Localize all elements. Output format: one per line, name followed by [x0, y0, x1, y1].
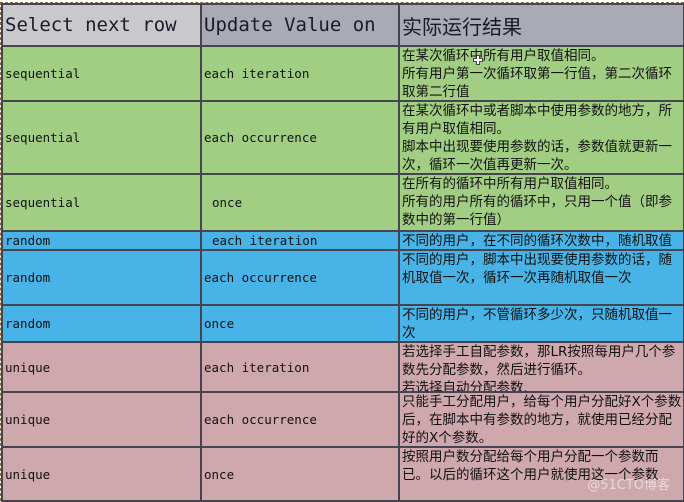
table-row: random each iteration 不同的用户，在不同的循环次数中，随机…	[1, 230, 684, 251]
result-text: 若选择手工自配参数，那LR按照每用户几个参数先分配参数，然后进行循环。 若选择自动…	[402, 344, 676, 391]
result-text: 不同的用户，不管循环多少次，只随机取值一次	[402, 307, 672, 341]
cell-select-next-row[interactable]: sequential	[1, 100, 202, 175]
header-update-value-on[interactable]: Update Value on	[200, 3, 400, 47]
result-text: 在某次循环中所有用户取值相同。 所有用户第一次循环取第一行值，第二次循环取第二行值	[402, 48, 672, 100]
cell-result[interactable]: 在所有的循环中所有用户取值相同。 所有的用户所有的循环中，只用一个值（即参数中的第…	[398, 173, 684, 232]
cell-update-value-on[interactable]: each occurrence	[200, 100, 400, 175]
cell-update-value-on[interactable]: each occurrence	[200, 391, 400, 448]
cell-select-next-row[interactable]: unique	[1, 446, 202, 502]
cell-select-next-row[interactable]: random	[1, 230, 202, 251]
cell-update-value-on[interactable]: each iteration	[200, 230, 400, 251]
cell-result[interactable]: 若选择手工自配参数，那LR按照每用户几个参数先分配参数，然后进行循环。 若选择自动…	[398, 341, 684, 393]
table-row: random each occurrence 不同的用户，脚本中出现要使用参数的…	[1, 249, 684, 306]
cell-result[interactable]: 不同的用户，不管循环多少次，只随机取值一次	[398, 304, 684, 343]
cell-select-next-row[interactable]: sequential	[1, 45, 202, 102]
result-text: 不同的用户，在不同的循环次数中，随机取值	[402, 233, 672, 249]
header-select-next-row[interactable]: Select next row	[1, 3, 202, 47]
cell-select-next-row[interactable]: unique	[1, 391, 202, 448]
header-row: Select next row Update Value on 实际运行结果	[1, 3, 684, 47]
cell-update-value-on[interactable]: each iteration	[200, 341, 400, 393]
cell-update-value-on[interactable]: once	[200, 304, 400, 343]
cell-update-value-on[interactable]: each occurrence	[200, 249, 400, 306]
table-row: unique each iteration 若选择手工自配参数，那LR按照每用户…	[1, 341, 684, 393]
cell-update-value-on[interactable]: once	[200, 173, 400, 232]
result-text: 在所有的循环中所有用户取值相同。 所有的用户所有的循环中，只用一个值（即参数中的第…	[402, 176, 672, 228]
table-row: unique each occurrence 只能手工分配用户，给每个用户分配好…	[1, 391, 684, 448]
parameter-behavior-table: Select next row Update Value on 实际运行结果 s…	[1, 3, 684, 502]
cell-result[interactable]: 在某次循环中或者脚本中使用参数的地方，所有用户取值相同。 脚本中出现要使用参数的话…	[398, 100, 684, 175]
table-row: sequential each occurrence 在某次循环中或者脚本中使用…	[1, 100, 684, 175]
watermark: @51CTO博客	[587, 478, 670, 493]
cell-select-next-row[interactable]: unique	[1, 341, 202, 393]
result-text: 在某次循环中或者脚本中使用参数的地方，所有用户取值相同。 脚本中出现要使用参数的话…	[402, 103, 672, 173]
header-actual-result[interactable]: 实际运行结果	[398, 3, 684, 47]
cell-result[interactable]: 在某次循环中所有用户取值相同。 所有用户第一次循环取第一行值，第二次循环取第二行值	[398, 45, 684, 102]
cell-result[interactable]: 不同的用户，在不同的循环次数中，随机取值	[398, 230, 684, 251]
table-row: unique once 按照用户数分配给每个用户分配一个参数而已。以后的循环这个…	[1, 446, 684, 502]
cell-select-next-row[interactable]: random	[1, 249, 202, 306]
cell-update-value-on[interactable]: once	[200, 446, 400, 502]
table-row: sequential each iteration 在某次循环中所有用户取值相同…	[1, 45, 684, 102]
move-cursor-icon	[473, 55, 483, 65]
table-row: sequential once 在所有的循环中所有用户取值相同。 所有的用户所有的…	[1, 173, 684, 232]
cell-select-next-row[interactable]: sequential	[1, 173, 202, 232]
cell-select-next-row[interactable]: random	[1, 304, 202, 343]
result-text: 只能手工分配用户，给每个用户分配好X个参数后，在脚本中有参数的地方，就使用已经分…	[402, 394, 682, 446]
cell-update-value-on[interactable]: each iteration	[200, 45, 400, 102]
table-row: random once 不同的用户，不管循环多少次，只随机取值一次	[1, 304, 684, 343]
cell-result[interactable]: 只能手工分配用户，给每个用户分配好X个参数后，在脚本中有参数的地方，就使用已经分…	[398, 391, 684, 448]
result-text: 不同的用户，脚本中出现要使用参数的话，随机取值一次，循环一次再随机取值一次	[402, 252, 672, 286]
cell-result[interactable]: 不同的用户，脚本中出现要使用参数的话，随机取值一次，循环一次再随机取值一次	[398, 249, 684, 306]
